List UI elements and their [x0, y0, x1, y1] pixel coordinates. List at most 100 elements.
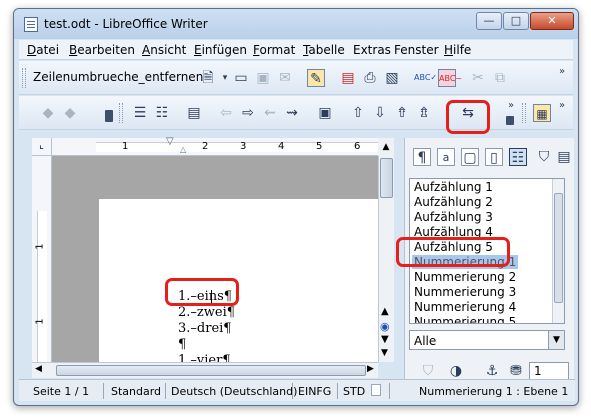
scroll-left-icon[interactable]: ◀	[35, 364, 42, 374]
close-button[interactable]: ✕	[530, 12, 574, 30]
toolbar-dropdown-grip[interactable]	[506, 116, 514, 125]
style-item[interactable]: Nummerierung 2	[414, 270, 516, 284]
numbered-list-icon[interactable]: ☷	[153, 104, 171, 122]
maximize-button[interactable]: □	[503, 12, 529, 30]
back-arrow-icon[interactable]: ◆	[39, 104, 57, 122]
navigator-icon[interactable]: ⛉	[419, 362, 437, 380]
style-name-label[interactable]: Zeilenumbrueche_entfernen	[33, 70, 203, 84]
page-number-input[interactable]: 1	[529, 362, 569, 380]
anchor-icon[interactable]: ⚓	[483, 362, 501, 380]
horizontal-scrollbar[interactable]: ◀ ▶	[32, 362, 378, 378]
style-item[interactable]: Aufzählung 2	[414, 195, 493, 209]
chevron-down-icon[interactable]: ▼	[548, 331, 564, 349]
menu-datei[interactable]: Datei	[27, 43, 59, 57]
menu-tabelle[interactable]: Tabelle	[303, 43, 345, 57]
toolbar-dropdown-grip[interactable]	[105, 110, 113, 122]
horizontal-ruler[interactable]: 1 ▽ △ 2 3 4 5 6	[52, 136, 378, 156]
status-selection-mode[interactable]: STD	[343, 385, 365, 398]
print-icon[interactable]: ⎙	[361, 69, 379, 87]
numbering-off-icon[interactable]: ☰	[131, 104, 149, 122]
vertical-scrollbar[interactable]: ▲ ◉ ▼ ▼	[378, 156, 394, 362]
minimize-button[interactable]: —	[476, 12, 502, 30]
scroll-right-icon[interactable]: ▶	[367, 364, 374, 374]
window-title: test.odt - LibreOffice Writer	[44, 17, 208, 31]
toolbar-grip[interactable]	[522, 103, 526, 123]
style-item[interactable]: Nummerierung 4	[414, 300, 516, 314]
style-filter-select[interactable]: Alle ▼	[409, 330, 565, 350]
tab-stop-selector[interactable]: ⌞	[32, 138, 52, 156]
move-up-icon[interactable]: ⇧	[349, 104, 367, 122]
autospellcheck-icon[interactable]: ABC~	[438, 69, 462, 87]
ruler-label: 1	[122, 141, 129, 152]
page-styles-icon[interactable]: ▯	[485, 148, 503, 166]
list-paragraph[interactable]: 2.–zwei¶	[178, 305, 235, 320]
scrollbar-thumb[interactable]	[380, 158, 393, 198]
insert-unnumbered-entry-icon[interactable]: ▣	[316, 104, 334, 122]
navigator-target-icon[interactable]: ◉	[380, 320, 390, 333]
menu-fenster[interactable]: Fenster	[394, 43, 439, 57]
email-icon[interactable]: ✉	[276, 69, 294, 87]
indent-marker-icon[interactable]: △	[180, 145, 186, 154]
menu-ansicht[interactable]: Ansicht	[142, 43, 186, 57]
edit-mode-icon[interactable]: ✎	[307, 69, 325, 87]
styles-formatting-icon[interactable]: ▦	[533, 104, 551, 122]
status-page-style[interactable]: Standard	[111, 385, 161, 398]
status-insert-mode[interactable]: EINFG	[298, 385, 331, 398]
vertical-ruler[interactable]: 1 1	[32, 156, 52, 362]
toolbar-grip[interactable]	[119, 103, 123, 123]
previous-page-icon[interactable]: ▲	[381, 306, 389, 317]
scroll-up-icon[interactable]: ▲	[378, 138, 394, 156]
demote-left-icon[interactable]: ⇦	[217, 104, 235, 122]
drag-mode-icon[interactable]: ⛃	[507, 362, 525, 380]
toolbar-overflow-icon[interactable]: »	[502, 97, 520, 115]
move-down-subpoints-icon[interactable]: ⇯	[415, 104, 433, 122]
indent-marker-icon[interactable]: ▽	[166, 136, 174, 147]
new-style-icon[interactable]: ▤	[555, 148, 573, 166]
frame-styles-icon[interactable]: ▢	[461, 148, 479, 166]
forward-arrow-icon[interactable]: ◆	[61, 104, 79, 122]
status-language[interactable]: Deutsch (Deutschland)	[171, 385, 297, 398]
spellcheck-icon[interactable]: ABC✓	[414, 69, 437, 87]
scroll-down-icon[interactable]: ▼	[381, 348, 388, 358]
new-document-icon[interactable]: 🗎	[199, 69, 217, 87]
navigation-icon[interactable]: ◑	[447, 362, 465, 380]
style-item[interactable]: Aufzählung 3	[414, 210, 493, 224]
toolbar-overflow-icon[interactable]: »	[553, 97, 571, 115]
status-separator	[292, 383, 293, 399]
style-list-scrollbar[interactable]	[552, 179, 564, 323]
menu-hilfe[interactable]: Hilfe	[444, 43, 471, 57]
fill-format-icon[interactable]: ⛉	[535, 148, 553, 166]
promote-right-icon[interactable]: ⇨	[239, 104, 257, 122]
move-up-subpoints-icon[interactable]: ⇮	[393, 104, 411, 122]
menu-format[interactable]: Format	[253, 43, 295, 57]
menu-bearbeiten[interactable]: Bearbeiten	[69, 43, 135, 57]
style-item[interactable]: Nummerierung 3	[414, 285, 516, 299]
print-preview-icon[interactable]: ▧	[383, 69, 401, 87]
title-bar[interactable]: test.odt - LibreOffice Writer — □ ✕	[14, 9, 578, 39]
move-down-icon[interactable]: ⇩	[371, 104, 389, 122]
numbering-no-entry-icon[interactable]: ▤	[185, 104, 203, 122]
open-folder-icon[interactable]: ▭	[232, 69, 250, 87]
demote-subpoints-icon[interactable]: ⇜	[261, 104, 279, 122]
character-styles-icon[interactable]: a	[437, 148, 455, 166]
promote-subpoints-icon[interactable]: ⇝	[283, 104, 301, 122]
copy-icon[interactable]: ⧉	[491, 69, 509, 87]
scrollbar-thumb[interactable]	[554, 193, 563, 303]
list-styles-icon[interactable]: ☷	[509, 148, 527, 166]
toolbar-grip[interactable]	[22, 68, 26, 88]
save-icon[interactable]: ▣	[254, 69, 272, 87]
export-pdf-icon[interactable]: ▤	[339, 69, 357, 87]
cut-icon[interactable]: ✂	[469, 69, 487, 87]
style-item[interactable]: Aufzählung 1	[414, 180, 493, 194]
toolbar-overflow-icon[interactable]: »	[553, 63, 571, 81]
list-paragraph[interactable]: 3.–drei¶	[178, 321, 232, 336]
scrollbar-thumb[interactable]	[56, 365, 366, 376]
style-item[interactable]: Nummerierung 5	[414, 315, 516, 323]
status-page[interactable]: Seite 1 / 1	[33, 385, 89, 398]
document-canvas[interactable]: 1.–eins¶ 2.–zwei¶ 3.–drei¶ ¶ 1.–vier¶	[52, 156, 378, 369]
paragraph-styles-icon[interactable]: ¶	[413, 148, 431, 166]
menu-extras[interactable]: Extras	[353, 43, 391, 57]
next-page-icon[interactable]: ▼	[381, 334, 389, 345]
empty-paragraph[interactable]: ¶	[178, 337, 186, 352]
menu-einfuegen[interactable]: Einfügen	[194, 43, 247, 57]
